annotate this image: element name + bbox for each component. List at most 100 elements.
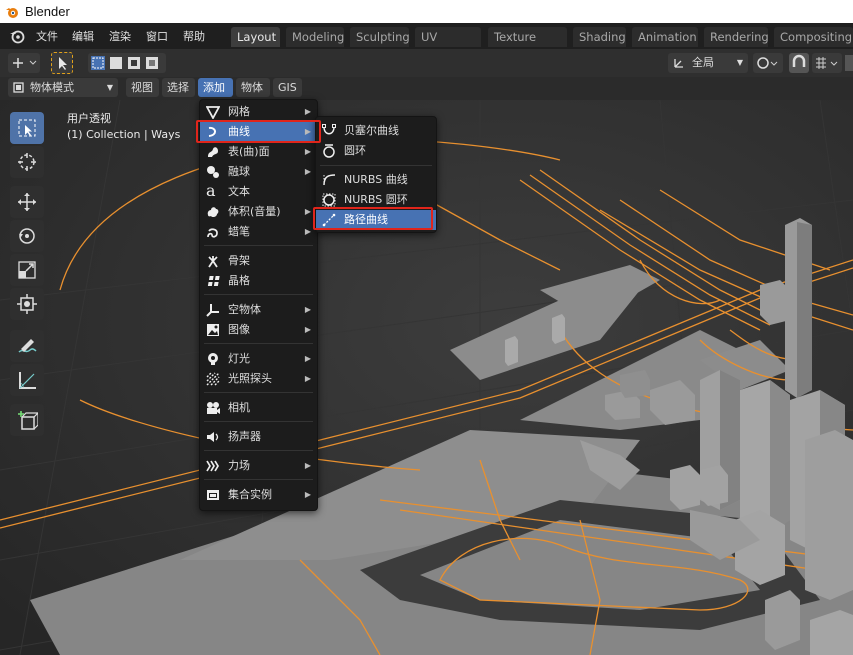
- nurbs-curve-label: NURBS 曲线: [344, 173, 408, 186]
- submenu-arrow-icon: ▶: [304, 147, 311, 156]
- speaker-icon: [207, 432, 219, 442]
- add-menu-item-armature[interactable]: 骨架: [200, 251, 317, 271]
- bezier-curve-icon: [322, 124, 336, 135]
- add-menu-item-text[interactable]: a 文本: [200, 182, 317, 202]
- menu-help[interactable]: 帮助: [183, 28, 205, 44]
- speaker-label: 扬声器: [228, 430, 261, 443]
- add-menu-item-speaker[interactable]: 扬声器: [200, 427, 317, 447]
- pivot-point-dropdown[interactable]: [753, 53, 783, 73]
- menu-separator: [204, 343, 313, 344]
- curve-item-bezier[interactable]: 贝塞尔曲线: [316, 121, 436, 141]
- window-titlebar: Blender: [0, 0, 853, 23]
- empty-label: 空物体: [228, 303, 261, 316]
- submenu-arrow-icon: ▶: [304, 207, 311, 216]
- add-menu: 网格 ▶ 曲线 ▶ 表(曲)面 ▶ 融球 ▶ a 文本 体积(音量) ▶ 蜡笔 ▶ 骨架 晶…: [199, 99, 318, 511]
- link-icon: [757, 57, 778, 69]
- annotation-highlight-path-curve: [313, 207, 433, 230]
- tab-rendering[interactable]: Rendering: [704, 27, 769, 47]
- transform-orientation-dropdown[interactable]: 全局 ▼: [668, 53, 748, 73]
- add-menu-item-image[interactable]: 图像 ▶: [200, 320, 317, 340]
- tool-add-cube[interactable]: [10, 404, 44, 436]
- add-menu-item-force-field[interactable]: 力场 ▶: [200, 456, 317, 476]
- grease-pencil-icon: [207, 228, 218, 238]
- object-mode-dropdown[interactable]: 物体模式 ▼: [8, 78, 118, 97]
- menu-separator: [204, 479, 313, 480]
- select-tool-button[interactable]: [51, 52, 73, 74]
- add-menu-item-surface[interactable]: 表(曲)面 ▶: [200, 142, 317, 162]
- add-menu-item-empty[interactable]: 空物体 ▶: [200, 300, 317, 320]
- metaball-label: 融球: [228, 165, 250, 178]
- tool-measure[interactable]: [10, 364, 44, 396]
- add-menu-item-collection-instance[interactable]: 集合实例 ▶: [200, 485, 317, 505]
- add-menu-item-lattice[interactable]: 晶格: [200, 271, 317, 291]
- snap-target-dropdown[interactable]: [812, 53, 842, 73]
- orientation-label: 全局: [692, 56, 714, 69]
- menu-select[interactable]: 选择: [162, 78, 195, 97]
- add-menu-item-camera[interactable]: 相机: [200, 398, 317, 418]
- curve-item-nurbs-curve[interactable]: NURBS 曲线: [316, 170, 436, 190]
- grease-pencil-label: 蜡笔: [228, 225, 250, 238]
- submenu-arrow-icon: ▶: [304, 325, 311, 334]
- add-menu-item-metaball[interactable]: 融球 ▶: [200, 162, 317, 182]
- light-label: 灯光: [228, 352, 250, 365]
- measure-ruler-icon: [19, 372, 36, 389]
- volume-icon: [207, 207, 219, 218]
- snap-toggle[interactable]: [789, 53, 809, 73]
- collection-instance-label: 集合实例: [228, 488, 272, 501]
- menu-edit[interactable]: 编辑: [72, 28, 94, 44]
- curve-item-circle[interactable]: 圆环: [316, 141, 436, 161]
- submenu-arrow-icon: ▶: [304, 354, 311, 363]
- force-field-icon: [206, 460, 219, 472]
- menu-separator: [204, 392, 313, 393]
- tab-compositing[interactable]: Compositing: [774, 27, 853, 47]
- annotation-highlight-curve: [196, 120, 321, 143]
- menu-file[interactable]: 文件: [36, 28, 58, 44]
- menu-object[interactable]: 物体: [236, 78, 270, 97]
- image-icon: [207, 324, 219, 336]
- tab-uv-editing[interactable]: UV Editing: [415, 27, 481, 64]
- add-menu-item-mesh[interactable]: 网格 ▶: [200, 102, 317, 122]
- menu-render[interactable]: 渲染: [109, 28, 131, 44]
- menu-view[interactable]: 视图: [126, 78, 159, 97]
- blender-logo-icon: [6, 7, 18, 18]
- tab-animation[interactable]: Animation: [632, 27, 698, 47]
- submenu-arrow-icon: ▶: [304, 461, 311, 470]
- submenu-arrow-icon: ▶: [304, 227, 311, 236]
- move-icon: [18, 193, 36, 211]
- tool-move[interactable]: [10, 186, 44, 218]
- bezier-circle-icon: [323, 144, 335, 158]
- top-menubar: 文件 编辑 渲染 窗口 帮助 Layout Modeling Sculpting…: [0, 23, 853, 64]
- tab-texture-paint[interactable]: Texture Paint: [488, 27, 567, 64]
- tool-transform[interactable]: [10, 288, 44, 320]
- text-label: 文本: [228, 185, 250, 198]
- blender-menu-icon[interactable]: [9, 28, 25, 44]
- tab-shading[interactable]: Shading: [573, 27, 626, 47]
- tool-annotate[interactable]: [10, 330, 44, 362]
- menu-window[interactable]: 窗口: [146, 28, 168, 44]
- add-menu-item-volume[interactable]: 体积(音量) ▶: [200, 202, 317, 222]
- tool-select-box[interactable]: [10, 112, 44, 144]
- transform-pivot-icon: [13, 58, 37, 68]
- magnet-icon: [792, 54, 806, 67]
- tab-sculpting[interactable]: Sculpting: [350, 27, 410, 47]
- submenu-arrow-icon: ▶: [304, 107, 311, 116]
- tool-rotate[interactable]: [10, 220, 44, 252]
- mesh-label: 网格: [228, 105, 250, 118]
- add-menu-item-grease-pencil[interactable]: 蜡笔 ▶: [200, 222, 317, 242]
- tab-modeling[interactable]: Modeling: [286, 27, 344, 47]
- tool-scale[interactable]: [10, 254, 44, 286]
- menu-add[interactable]: 添加: [198, 78, 233, 97]
- tool-cursor[interactable]: [10, 146, 44, 178]
- submenu-arrow-icon: ▶: [304, 305, 311, 314]
- mesh-icon: [206, 106, 220, 119]
- add-menu-item-light-probe[interactable]: 光照探头 ▶: [200, 369, 317, 389]
- tab-layout[interactable]: Layout: [231, 27, 280, 47]
- proportional-edit-toggle[interactable]: [845, 55, 853, 71]
- pivot-selector[interactable]: [8, 53, 40, 73]
- submenu-arrow-icon: ▶: [304, 490, 311, 499]
- transform-icon: [17, 294, 37, 314]
- menu-gis[interactable]: GIS: [273, 78, 302, 97]
- rotate-icon: [19, 228, 35, 244]
- add-menu-item-light[interactable]: 灯光 ▶: [200, 349, 317, 369]
- select-mode-group[interactable]: [88, 53, 166, 73]
